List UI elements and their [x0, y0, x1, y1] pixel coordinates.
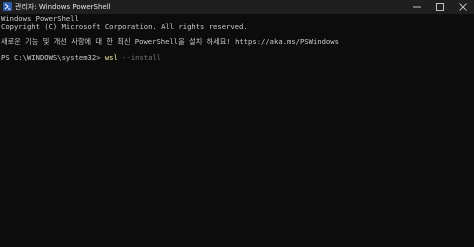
- minimize-button[interactable]: [406, 0, 428, 14]
- window-title: 관리자: Windows PowerShell: [15, 3, 111, 11]
- scrollbar[interactable]: [468, 16, 471, 136]
- command-argument: --install: [117, 53, 162, 62]
- powershell-window: 관리자: Windows PowerShell Windows PowerShe…: [0, 0, 474, 247]
- title-bar[interactable]: 관리자: Windows PowerShell: [0, 0, 474, 14]
- minimize-icon: [413, 6, 421, 8]
- powershell-icon: [3, 2, 12, 11]
- command-line[interactable]: PS C:\WINDOWS\system32> wsl --install: [1, 53, 161, 62]
- prompt-text: PS C:\WINDOWS\system32>: [1, 53, 105, 62]
- maximize-button[interactable]: [429, 0, 451, 14]
- maximize-icon: [436, 3, 444, 11]
- update-notice: 새로운 기능 및 개선 사항에 대 한 최신 PowerShell을 설치 하세…: [1, 37, 339, 46]
- close-icon: [459, 3, 467, 11]
- close-button[interactable]: [452, 0, 474, 14]
- command-text: wsl: [104, 53, 118, 62]
- copyright-line: Copyright (C) Microsoft Corporation. All…: [1, 22, 248, 31]
- terminal-output[interactable]: Windows PowerShell Copyright (C) Microso…: [0, 14, 474, 247]
